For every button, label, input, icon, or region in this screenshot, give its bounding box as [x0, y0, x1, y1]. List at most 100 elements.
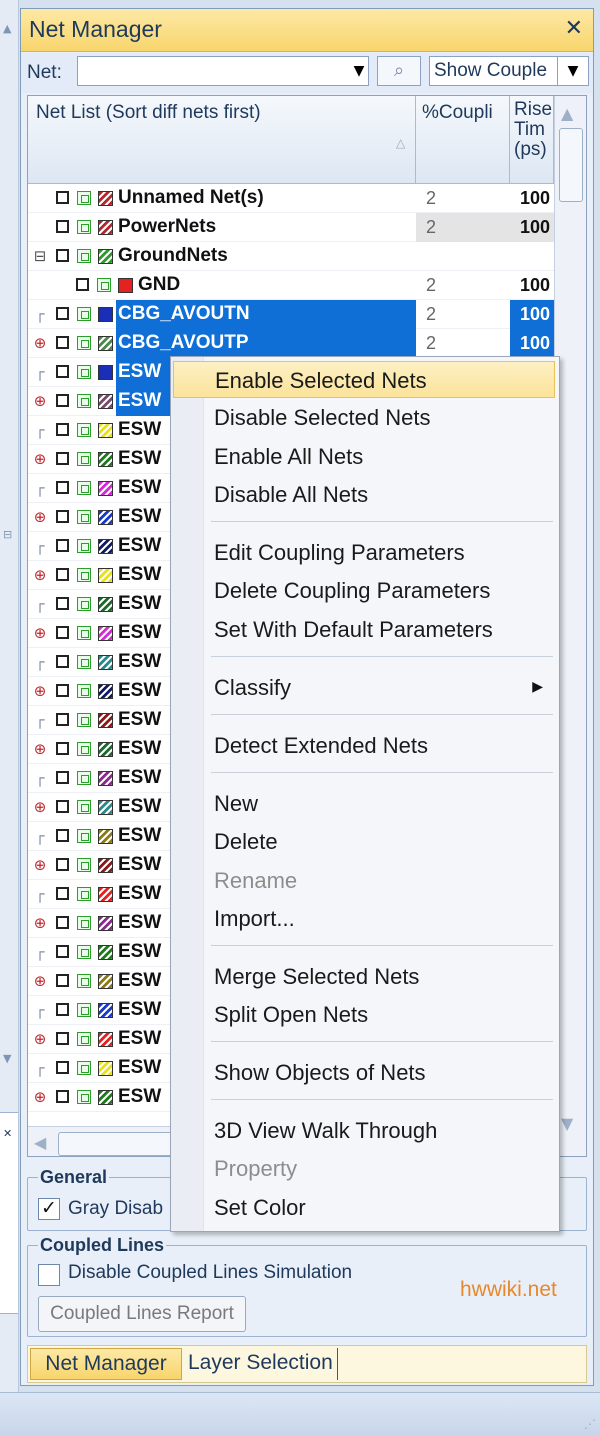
- column-header-rise-time[interactable]: Rise Tim (ps): [510, 96, 554, 184]
- net-color-swatch[interactable]: [98, 307, 113, 322]
- row-checkbox[interactable]: [56, 1003, 69, 1016]
- row-checkbox[interactable]: [56, 481, 69, 494]
- net-row[interactable]: ⊟ GroundNets: [28, 242, 554, 271]
- row-checkbox[interactable]: [56, 1032, 69, 1045]
- tree-toggle-icon[interactable]: ┌: [28, 590, 52, 619]
- menu-item-disable-all-nets[interactable]: Disable All Nets: [173, 476, 555, 513]
- enable-icon[interactable]: [77, 510, 91, 524]
- enable-icon[interactable]: [77, 1090, 91, 1104]
- enable-icon[interactable]: [97, 278, 111, 292]
- row-checkbox[interactable]: [56, 452, 69, 465]
- close-icon[interactable]: ✕: [3, 1127, 12, 1140]
- net-color-swatch[interactable]: [98, 191, 113, 206]
- row-checkbox[interactable]: [56, 858, 69, 871]
- net-color-swatch[interactable]: [98, 452, 113, 467]
- net-color-swatch[interactable]: [98, 365, 113, 380]
- row-checkbox[interactable]: [56, 423, 69, 436]
- net-color-swatch[interactable]: [98, 568, 113, 583]
- tree-toggle-icon[interactable]: ┌: [28, 822, 52, 851]
- net-color-swatch[interactable]: [98, 1090, 113, 1105]
- row-checkbox[interactable]: [56, 191, 69, 204]
- chevron-down-icon[interactable]: ▼: [349, 57, 369, 85]
- enable-icon[interactable]: [77, 626, 91, 640]
- tree-toggle-icon[interactable]: [28, 184, 52, 213]
- enable-icon[interactable]: [77, 829, 91, 843]
- scrollbar-thumb[interactable]: [559, 128, 583, 202]
- enable-icon[interactable]: [77, 1003, 91, 1017]
- row-checkbox[interactable]: [56, 684, 69, 697]
- net-color-swatch[interactable]: [98, 481, 113, 496]
- net-color-swatch[interactable]: [98, 220, 113, 235]
- row-checkbox[interactable]: [56, 945, 69, 958]
- enable-icon[interactable]: [77, 916, 91, 930]
- enable-icon[interactable]: [77, 423, 91, 437]
- enable-icon[interactable]: [77, 800, 91, 814]
- menu-item-import[interactable]: Import...: [173, 900, 555, 937]
- net-color-swatch[interactable]: [98, 684, 113, 699]
- net-row[interactable]: GND 2 100: [28, 271, 554, 300]
- row-checkbox[interactable]: [56, 510, 69, 523]
- scroll-up-icon[interactable]: ▲: [561, 104, 573, 123]
- tree-toggle-icon[interactable]: ⊕: [28, 967, 52, 996]
- tree-toggle-icon[interactable]: ⊕: [28, 1083, 52, 1112]
- chevron-down-icon[interactable]: ▼: [557, 57, 588, 85]
- tree-toggle-icon[interactable]: ⊕: [28, 735, 52, 764]
- enable-icon[interactable]: [77, 249, 91, 263]
- row-checkbox[interactable]: [56, 365, 69, 378]
- tree-toggle-icon[interactable]: ⊕: [28, 619, 52, 648]
- menu-item-3d-view-walk-through[interactable]: 3D View Walk Through: [173, 1112, 555, 1149]
- net-color-swatch[interactable]: [98, 742, 113, 757]
- tree-toggle-icon[interactable]: ┌: [28, 474, 52, 503]
- enable-icon[interactable]: [77, 742, 91, 756]
- row-checkbox[interactable]: [56, 655, 69, 668]
- net-color-swatch[interactable]: [98, 916, 113, 931]
- net-color-swatch[interactable]: [98, 249, 113, 264]
- tree-toggle-icon[interactable]: ⊕: [28, 1025, 52, 1054]
- tree-toggle-icon[interactable]: ⊕: [28, 793, 52, 822]
- net-color-swatch[interactable]: [98, 626, 113, 641]
- enable-icon[interactable]: [77, 365, 91, 379]
- row-checkbox[interactable]: [76, 278, 89, 291]
- collapse-icon[interactable]: ⊟: [3, 528, 12, 541]
- row-checkbox[interactable]: [56, 568, 69, 581]
- scroll-down-icon[interactable]: ▼: [3, 1052, 11, 1065]
- tree-toggle-icon[interactable]: ┌: [28, 358, 52, 387]
- net-color-swatch[interactable]: [98, 1032, 113, 1047]
- coupled-lines-report-button[interactable]: Coupled Lines Report: [38, 1296, 246, 1332]
- enable-icon[interactable]: [77, 771, 91, 785]
- tree-toggle-icon[interactable]: ⊕: [28, 851, 52, 880]
- net-row[interactable]: PowerNets 2 100: [28, 213, 554, 242]
- tree-toggle-icon[interactable]: ⊟: [28, 242, 52, 271]
- close-icon[interactable]: ✕: [565, 16, 583, 41]
- tree-toggle-icon[interactable]: ┌: [28, 648, 52, 677]
- tree-toggle-icon[interactable]: [28, 271, 52, 300]
- row-checkbox[interactable]: [56, 597, 69, 610]
- enable-icon[interactable]: [77, 713, 91, 727]
- net-color-swatch[interactable]: [98, 945, 113, 960]
- tree-toggle-icon[interactable]: ┌: [28, 996, 52, 1025]
- tree-toggle-icon[interactable]: ┌: [28, 938, 52, 967]
- row-checkbox[interactable]: [56, 220, 69, 233]
- menu-item-delete[interactable]: Delete: [173, 823, 555, 860]
- net-color-swatch[interactable]: [98, 771, 113, 786]
- row-checkbox[interactable]: [56, 539, 69, 552]
- row-checkbox[interactable]: [56, 336, 69, 349]
- tree-toggle-icon[interactable]: ⊕: [28, 677, 52, 706]
- gray-disabled-checkbox[interactable]: [38, 1197, 60, 1220]
- net-color-swatch[interactable]: [98, 974, 113, 989]
- menu-item-enable-selected-nets[interactable]: Enable Selected Nets: [173, 361, 555, 398]
- tree-toggle-icon[interactable]: ⊕: [28, 561, 52, 590]
- scroll-left-icon[interactable]: ◀: [34, 1133, 46, 1152]
- row-checkbox[interactable]: [56, 626, 69, 639]
- net-row[interactable]: ⊕ CBG_AVOUTP 2 100: [28, 329, 554, 358]
- enable-icon[interactable]: [77, 945, 91, 959]
- enable-icon[interactable]: [77, 307, 91, 321]
- net-search-input[interactable]: [77, 56, 369, 86]
- menu-item-enable-all-nets[interactable]: Enable All Nets: [173, 438, 555, 475]
- row-checkbox[interactable]: [56, 394, 69, 407]
- tab-layer-selection[interactable]: Layer Selection: [188, 1348, 338, 1380]
- menu-item-disable-selected-nets[interactable]: Disable Selected Nets: [173, 399, 555, 436]
- column-header-net-list[interactable]: Net List (Sort diff nets first) △: [28, 96, 416, 184]
- menu-item-edit-coupling-parameters[interactable]: Edit Coupling Parameters: [173, 534, 555, 571]
- show-couple-select[interactable]: Show Couple ▼: [429, 56, 589, 86]
